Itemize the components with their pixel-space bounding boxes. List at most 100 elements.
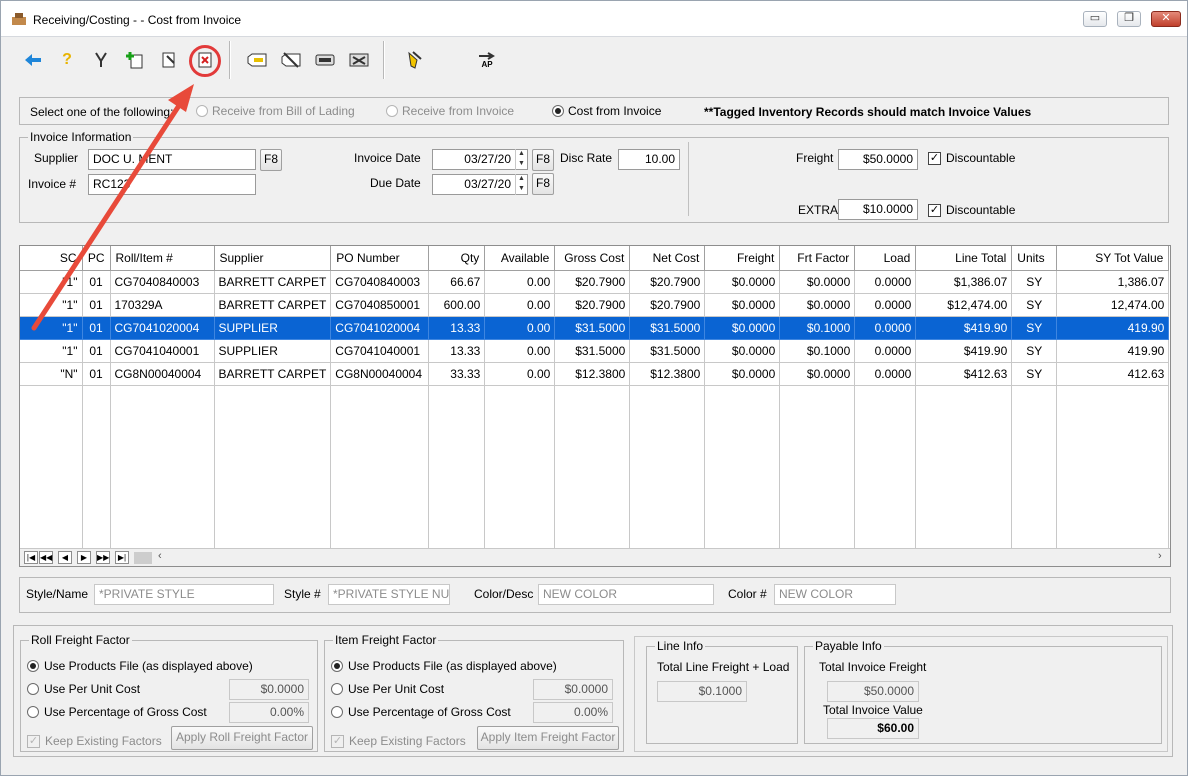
table-row[interactable]: "1" 01 CG7041020004 SUPPLIER CG7041020004 13.… <box>20 316 1170 340</box>
grid-header-col-po-number[interactable]: PO Number <box>330 246 430 271</box>
next-page-button[interactable]: ▶▶ <box>96 551 110 564</box>
cell-load[interactable]: 0.0000 <box>854 339 917 363</box>
table-row[interactable]: "1" 01 170329A BARRETT CARPET CG7040850001 60… <box>20 293 1170 317</box>
cell-po[interactable]: CG7040840003 <box>330 270 430 294</box>
cell-supplier[interactable]: SUPPLIER <box>214 339 332 363</box>
cell-qty[interactable]: 66.67 <box>428 270 486 294</box>
minimize-button[interactable]: ▭ <box>1083 11 1107 27</box>
cell-freight[interactable]: $0.0000 <box>704 270 781 294</box>
grid-header-col-load[interactable]: Load <box>854 246 917 271</box>
cell-load[interactable]: 0.0000 <box>854 316 917 340</box>
invoice-date-lookup-button[interactable]: F8 <box>532 149 554 171</box>
radio-receive-from-invoice[interactable]: Receive from Invoice <box>386 104 514 118</box>
cell-roll[interactable]: CG7041020004 <box>110 316 215 340</box>
radio-circle[interactable] <box>552 105 564 117</box>
cell-gross[interactable]: $12.3800 <box>554 362 631 386</box>
grid-header-col-supplier[interactable]: Supplier <box>214 246 332 271</box>
cell-pc[interactable]: 01 <box>82 293 111 317</box>
grid-header-col-sc[interactable]: SC <box>20 246 83 271</box>
cell-line-total[interactable]: $419.90 <box>915 339 1013 363</box>
cell-freight[interactable]: $0.0000 <box>704 339 781 363</box>
next-record-button[interactable]: ▶ <box>77 551 91 564</box>
item-percentage-input[interactable]: 0.00% <box>533 702 613 723</box>
grid-header-col-line-total[interactable]: Line Total <box>915 246 1013 271</box>
cell-gross[interactable]: $31.5000 <box>554 316 631 340</box>
cell-po[interactable]: CG7040850001 <box>330 293 430 317</box>
radio-circle[interactable] <box>331 683 343 695</box>
cell-roll[interactable]: CG7041040001 <box>110 339 215 363</box>
radio-circle[interactable] <box>386 105 398 117</box>
cell-units[interactable]: SY <box>1011 316 1058 340</box>
cell-supplier[interactable]: SUPPLIER <box>214 316 332 340</box>
cell-qty[interactable]: 600.00 <box>428 293 486 317</box>
checkbox-box[interactable]: ✓ <box>27 734 40 748</box>
cell-units[interactable]: SY <box>1011 293 1058 317</box>
apply-item-freight-button[interactable]: Apply Item Freight Factor <box>477 726 619 750</box>
cell-gross[interactable]: $20.7900 <box>554 270 631 294</box>
extra-input[interactable]: $10.0000 <box>838 199 918 220</box>
radio-circle[interactable] <box>196 105 208 117</box>
scroll-right-icon[interactable]: › <box>1158 550 1162 562</box>
cell-pc[interactable]: 01 <box>82 339 111 363</box>
cell-pc[interactable]: 01 <box>82 316 111 340</box>
apply-roll-freight-button[interactable]: Apply Roll Freight Factor <box>171 726 313 750</box>
item-per-unit-input[interactable]: $0.0000 <box>533 679 613 700</box>
cell-sy-tot[interactable]: 12,474.00 <box>1056 293 1170 317</box>
invoice-date-input[interactable]: 03/27/20 <box>432 149 528 170</box>
table-row[interactable]: "N" 01 CG8N00040004 BARRETT CARPET CG8N00040… <box>20 362 1170 386</box>
cell-sy-tot[interactable]: 419.90 <box>1056 339 1170 363</box>
first-record-button[interactable]: |◀ <box>24 551 38 564</box>
scroll-left-icon[interactable]: ‹ <box>158 550 162 562</box>
due-date-input[interactable]: 03/27/20 <box>432 174 528 195</box>
export-icon[interactable] <box>347 48 371 72</box>
roll-percentage-input[interactable]: 0.00% <box>229 702 309 723</box>
grid-header-col-gross-cost[interactable]: Gross Cost <box>554 246 631 271</box>
checkbox-box[interactable]: ✓ <box>928 151 941 165</box>
last-record-button[interactable]: ▶| <box>115 551 129 564</box>
cell-available[interactable]: 0.00 <box>484 316 556 340</box>
cell-sy-tot[interactable]: 419.90 <box>1056 316 1170 340</box>
cell-available[interactable]: 0.00 <box>484 293 556 317</box>
cell-frt-factor[interactable]: $0.1000 <box>779 339 856 363</box>
grid-header-col-units[interactable]: Units <box>1011 246 1058 271</box>
cell-line-total[interactable]: $1,386.07 <box>915 270 1013 294</box>
roll-use-products-radio[interactable]: Use Products File (as displayed above) <box>27 659 253 673</box>
cell-supplier[interactable]: BARRETT CARPET <box>214 362 332 386</box>
cell-frt-factor[interactable]: $0.0000 <box>779 293 856 317</box>
maximize-button[interactable]: ❐ <box>1117 11 1141 27</box>
table-row[interactable]: "1" 01 CG7041040001 SUPPLIER CG7041040001 13.… <box>20 339 1170 363</box>
color-number-input[interactable]: NEW COLOR <box>774 584 896 605</box>
supplier-input[interactable]: DOC U. MENT <box>88 149 256 170</box>
radio-cost-from-invoice[interactable]: Cost from Invoice <box>552 104 661 118</box>
add-record-icon[interactable] <box>123 48 147 72</box>
cell-freight[interactable]: $0.0000 <box>704 293 781 317</box>
cell-sc[interactable]: "1" <box>20 293 83 317</box>
close-button[interactable]: ✕ <box>1151 11 1181 27</box>
cell-line-total[interactable]: $412.63 <box>915 362 1013 386</box>
freight-input[interactable]: $50.0000 <box>838 149 918 170</box>
roll-keep-existing-checkbox[interactable]: ✓ Keep Existing Factors <box>27 734 162 748</box>
grid-header-col-frt-factor[interactable]: Frt Factor <box>779 246 856 271</box>
table-row[interactable]: "1" 01 CG7040840003 BARRETT CARPET CG7040840… <box>20 270 1170 294</box>
invoice-date-spinner[interactable]: ▲ ▼ <box>515 149 527 170</box>
cell-line-total[interactable]: $12,474.00 <box>915 293 1013 317</box>
due-date-lookup-button[interactable]: F8 <box>532 173 554 195</box>
horizontal-scrollbar-thumb[interactable] <box>134 552 152 564</box>
item-percentage-radio[interactable]: Use Percentage of Gross Cost <box>331 705 511 719</box>
cell-net[interactable]: $20.7900 <box>629 270 706 294</box>
cell-gross[interactable]: $20.7900 <box>554 293 631 317</box>
cell-qty[interactable]: 13.33 <box>428 316 486 340</box>
radio-circle[interactable] <box>331 660 343 672</box>
untag-icon[interactable] <box>279 48 303 72</box>
grid-header-col-sy-tot-value[interactable]: SY Tot Value <box>1056 246 1170 271</box>
cell-frt-factor[interactable]: $0.0000 <box>779 362 856 386</box>
style-number-input[interactable]: *PRIVATE STYLE NUM <box>328 584 450 605</box>
item-use-products-radio[interactable]: Use Products File (as displayed above) <box>331 659 557 673</box>
radio-circle[interactable] <box>27 706 39 718</box>
checkbox-box[interactable]: ✓ <box>928 203 941 217</box>
cell-units[interactable]: SY <box>1011 362 1058 386</box>
cell-roll[interactable]: CG7040840003 <box>110 270 215 294</box>
print-icon[interactable] <box>313 48 337 72</box>
cell-units[interactable]: SY <box>1011 339 1058 363</box>
cell-net[interactable]: $20.7900 <box>629 293 706 317</box>
